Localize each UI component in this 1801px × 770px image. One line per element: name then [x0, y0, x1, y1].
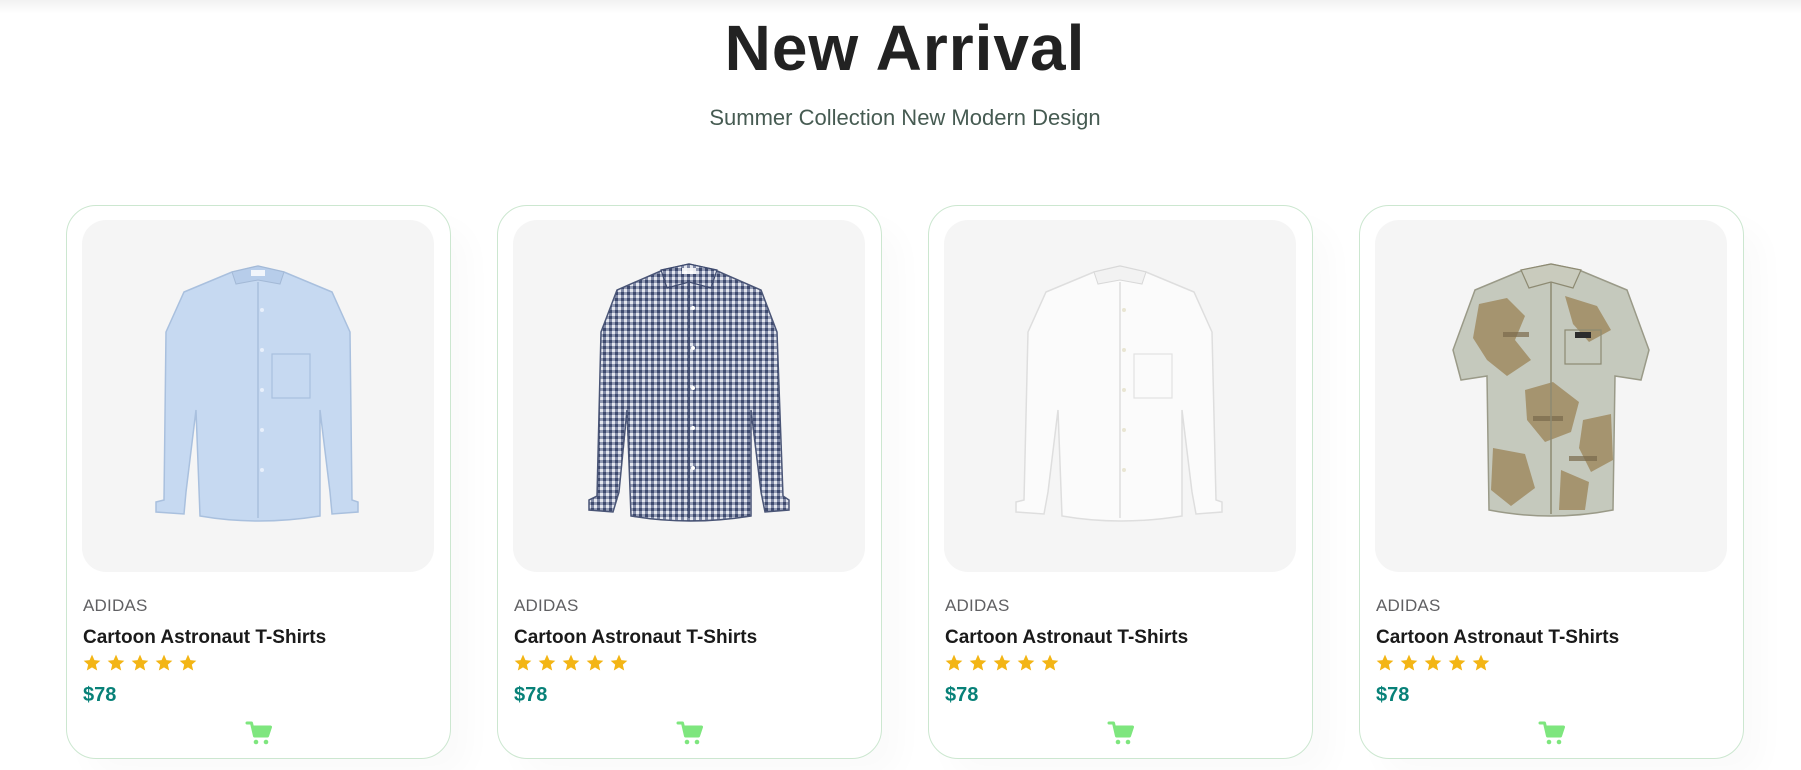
star-icon	[131, 654, 149, 671]
add-to-cart-button[interactable]	[676, 719, 704, 747]
star-icon	[514, 654, 532, 671]
star-icon	[969, 654, 987, 671]
star-icon	[562, 654, 580, 671]
star-icon	[1376, 654, 1394, 671]
star-icon	[586, 654, 604, 671]
product-rating	[513, 653, 629, 673]
product-card[interactable]: ADIDAS Cartoon Astronaut T-Shirts $78	[497, 205, 882, 759]
star-icon	[1017, 654, 1035, 671]
product-image-light-blue-shirt[interactable]	[82, 220, 434, 572]
product-name[interactable]: Cartoon Astronaut T-Shirts	[83, 627, 326, 649]
star-icon	[155, 654, 173, 671]
product-image-navy-gingham-shirt[interactable]	[513, 220, 865, 572]
product-brand: ADIDAS	[83, 596, 148, 615]
product-image-white-shirt[interactable]	[944, 220, 1296, 572]
product-price: $78	[1376, 684, 1410, 706]
product-card[interactable]: ADIDAS Cartoon Astronaut T-Shirts $78	[1359, 205, 1744, 759]
product-rating	[82, 653, 198, 673]
section-subtitle: Summer Collection New Modern Design	[709, 105, 1101, 130]
product-brand: ADIDAS	[945, 596, 1010, 615]
star-icon	[1448, 654, 1466, 671]
product-rating	[944, 653, 1060, 673]
product-price: $78	[83, 684, 117, 706]
product-name[interactable]: Cartoon Astronaut T-Shirts	[514, 627, 757, 649]
product-price: $78	[514, 684, 548, 706]
product-name[interactable]: Cartoon Astronaut T-Shirts	[1376, 627, 1619, 649]
star-icon	[1400, 654, 1418, 671]
shopping-cart-icon	[245, 721, 272, 745]
star-icon	[107, 654, 125, 671]
product-brand: ADIDAS	[1376, 596, 1441, 615]
star-icon	[1424, 654, 1442, 671]
star-icon	[538, 654, 556, 671]
star-icon	[993, 654, 1011, 671]
product-card[interactable]: ADIDAS Cartoon Astronaut T-Shirts $78	[66, 205, 451, 759]
product-rating	[1375, 653, 1491, 673]
shopping-cart-icon	[1538, 721, 1565, 745]
star-icon	[83, 654, 101, 671]
star-icon	[945, 654, 963, 671]
shopping-cart-icon	[1107, 721, 1134, 745]
add-to-cart-button[interactable]	[1107, 719, 1135, 747]
star-icon	[610, 654, 628, 671]
shopping-cart-icon	[676, 721, 703, 745]
add-to-cart-button[interactable]	[245, 719, 273, 747]
product-image-printed-short-sleeve-shirt[interactable]	[1375, 220, 1727, 572]
product-price: $78	[945, 684, 979, 706]
add-to-cart-button[interactable]	[1538, 719, 1566, 747]
product-name[interactable]: Cartoon Astronaut T-Shirts	[945, 627, 1188, 649]
star-icon	[179, 654, 197, 671]
section-title: New Arrival	[724, 12, 1086, 84]
product-brand: ADIDAS	[514, 596, 579, 615]
star-icon	[1041, 654, 1059, 671]
product-card[interactable]: ADIDAS Cartoon Astronaut T-Shirts $78	[928, 205, 1313, 759]
star-icon	[1472, 654, 1490, 671]
